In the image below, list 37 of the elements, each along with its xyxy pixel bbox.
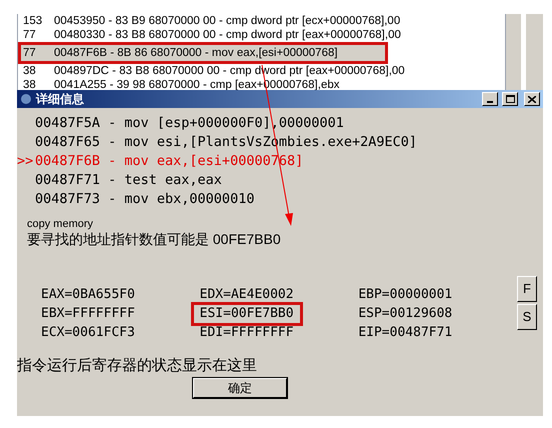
close-icon	[528, 96, 536, 102]
register-value: EDX=AE4E0002	[200, 287, 294, 302]
minimize-icon	[487, 101, 493, 103]
register-value: ESI=00FE7BB0	[190, 302, 303, 326]
maximize-button[interactable]	[502, 92, 518, 106]
instruction-text: 00480330 - 83 B8 68070000 00 - cmp dword ptr [eax+00000768],00	[54, 28, 401, 42]
app-icon	[20, 93, 32, 105]
side-button[interactable]: F	[517, 276, 537, 302]
code-line: 00487F73 - mov ebx,00000010	[35, 191, 254, 207]
pointer-hint-text: 要寻找的地址指针数值可能是 00FE7BB0	[27, 230, 282, 248]
register-value: EAX=0BA655F0	[41, 287, 135, 302]
register-value: ECX=0061FCF3	[41, 325, 135, 340]
copy-memory-label: copy memory	[27, 218, 94, 230]
window-title: 详细信息	[36, 91, 84, 108]
instruction-text: 00453950 - 83 B9 68070000 00 - cmp dword ptr [ecx+00000768],00	[54, 14, 400, 28]
register-value: EDI=FFFFFFFF	[200, 325, 294, 340]
side-button[interactable]: S	[517, 304, 537, 330]
instruction-row[interactable]: 77 00480330 - 83 B8 68070000 00 - cmp dword ptr [eax+00000768],00	[18, 28, 505, 42]
instruction-row[interactable]: 77 00487F6B - 8B 86 68070000 - mov eax,[esi+00000768]	[18, 42, 388, 64]
hit-count: 77	[22, 28, 37, 42]
register-value: ESP=00129608	[358, 306, 452, 321]
ok-button[interactable]: 确定	[193, 378, 287, 398]
hit-count: 38	[22, 78, 37, 92]
code-line: 00487F71 - test eax,eax	[35, 172, 222, 188]
status-text: 指令运行后寄存器的状态显示在这里	[17, 356, 258, 376]
instruction-row[interactable]: 153 00453950 - 83 B9 68070000 00 - cmp dword ptr [ecx+00000768],00	[18, 14, 505, 28]
hit-count: 153	[22, 14, 44, 28]
current-line-marker: >>	[17, 152, 34, 170]
register-value: EIP=00487F71	[358, 325, 452, 340]
register-value: EBP=00000001	[358, 287, 452, 302]
hit-count: 38	[22, 64, 37, 78]
maximize-icon	[506, 95, 514, 103]
instruction-text: 00487F6B - 8B 86 68070000 - mov eax,[esi+00000768]	[54, 46, 338, 60]
hit-count: 77	[22, 46, 37, 60]
close-button[interactable]	[524, 92, 540, 106]
minimize-button[interactable]	[482, 92, 498, 106]
register-value: EBX=FFFFFFFF	[41, 306, 135, 321]
